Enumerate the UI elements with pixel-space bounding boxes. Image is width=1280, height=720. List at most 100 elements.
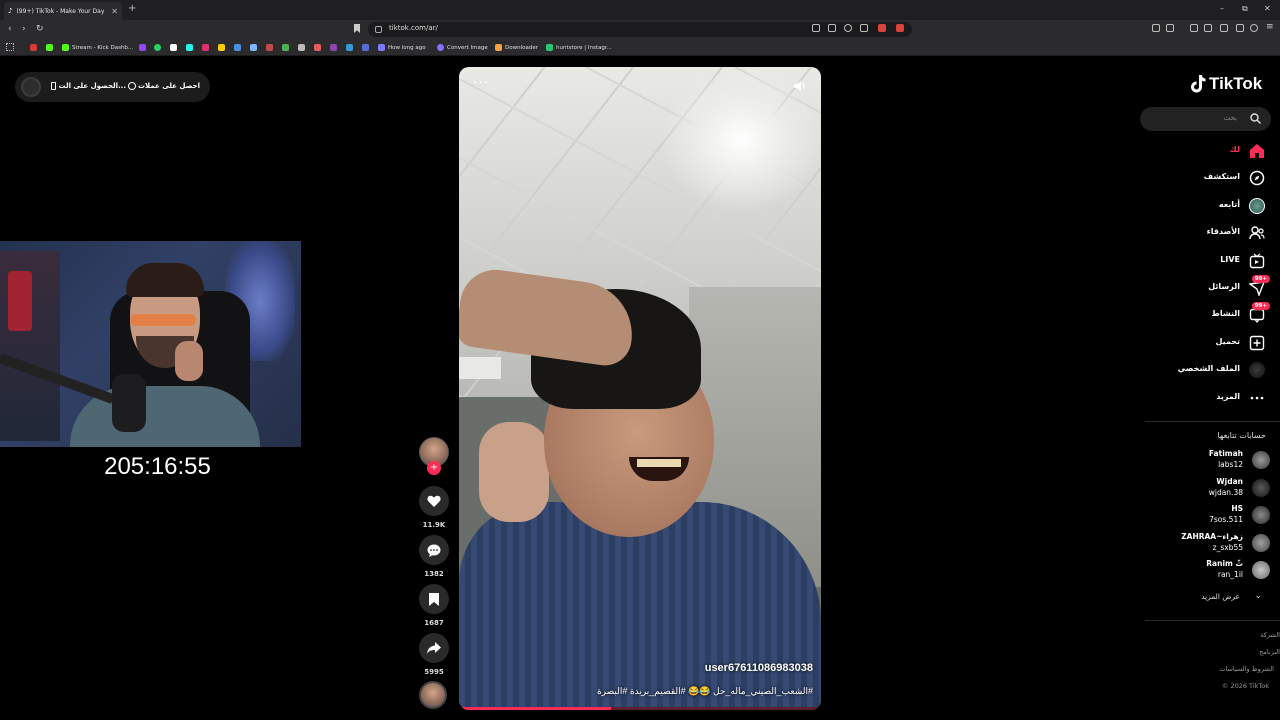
following-account[interactable]: ZAHRAA~زهراء z_sxb55	[1150, 531, 1272, 557]
bookmark-item[interactable]	[314, 42, 321, 53]
nav-activity[interactable]: النشاط 99+	[1150, 302, 1272, 326]
share-icon[interactable]	[860, 24, 868, 32]
video-username[interactable]: user67611086983038	[705, 662, 813, 674]
nav-label: تحميل	[1215, 337, 1240, 346]
sidebar-icon[interactable]	[1204, 24, 1212, 32]
footer-link-program[interactable]: البرنامج	[1259, 648, 1280, 656]
video-progress-bar[interactable]	[459, 707, 821, 710]
site-info-icon[interactable]	[375, 26, 382, 33]
brave-rewards-icon[interactable]	[896, 24, 904, 32]
bookmark-item[interactable]	[186, 42, 193, 53]
video-ac-unit	[459, 357, 501, 379]
more-options-icon[interactable]: ···	[473, 75, 489, 91]
nav-profile[interactable]: الملف الشخصي	[1150, 359, 1272, 381]
translate-icon[interactable]	[812, 24, 820, 32]
maximize-button[interactable]: ⧉	[1242, 4, 1248, 14]
following-account[interactable]: Ranim ثّ ran_1il	[1150, 558, 1272, 584]
save-count: 1687	[424, 619, 444, 627]
forward-button[interactable]: ›	[22, 24, 26, 34]
bookmark-item[interactable]	[234, 42, 241, 53]
nav-friends[interactable]: الأصدقاء	[1150, 222, 1272, 244]
bookmark-item[interactable]	[154, 42, 161, 53]
compass-icon	[1249, 170, 1265, 186]
bookmark-item[interactable]	[202, 42, 209, 53]
get-promo-link[interactable]: الحصول على الت...	[48, 82, 126, 90]
brave-shield-icon[interactable]	[878, 24, 886, 32]
nav-live[interactable]: LIVE	[1150, 250, 1272, 272]
bookmark-item[interactable]	[30, 42, 40, 53]
wallet-icon[interactable]	[1220, 24, 1228, 32]
bookmark-item[interactable]	[330, 42, 337, 53]
footer-link-company[interactable]: الشركة	[1260, 631, 1280, 639]
avatar[interactable]	[21, 77, 41, 97]
extension-icon[interactable]	[1152, 24, 1160, 32]
tiktok-logo[interactable]: TikTok	[1190, 74, 1262, 94]
cast-icon[interactable]	[828, 24, 836, 32]
menu-icon[interactable]: ≡	[1266, 22, 1274, 32]
search-input[interactable]: بحث	[1140, 107, 1271, 131]
bookmark-item[interactable]: huntstore | Instagr...	[546, 42, 612, 53]
leo-icon[interactable]	[1236, 24, 1244, 32]
nav-following[interactable]: أتابعه	[1150, 195, 1272, 217]
nav-more[interactable]: المزيد	[1150, 387, 1272, 409]
browser-tab[interactable]: ♪ (99+) TikTok - Make Your Day ✕	[4, 2, 122, 20]
following-account[interactable]: HS 7sos.511	[1150, 503, 1272, 529]
bookmark-item[interactable]	[46, 42, 56, 53]
back-button[interactable]: ‹	[8, 24, 12, 34]
new-tab-button[interactable]: +	[128, 3, 136, 14]
bookmark-star-icon[interactable]	[354, 24, 360, 33]
video-caption[interactable]: #الشعب_الصيني_ماله_حل 😂😂 #القصيم_بريدة #…	[597, 686, 813, 697]
following-account[interactable]: Fatimah labs12	[1150, 448, 1272, 474]
nav-for-you[interactable]: لك	[1150, 140, 1272, 162]
apps-grid-icon[interactable]	[6, 43, 14, 51]
nav-upload[interactable]: تحميل	[1150, 332, 1272, 354]
microphone	[112, 374, 146, 432]
bookmark-item[interactable]: Stream - Kick Dashb...	[62, 42, 133, 53]
screenshot-icon[interactable]	[1166, 24, 1174, 32]
media-icon[interactable]	[1190, 24, 1198, 32]
minimize-button[interactable]: –	[1220, 4, 1224, 13]
bookmark-item[interactable]: Convert Image	[437, 42, 488, 53]
bookmark-item[interactable]	[362, 42, 369, 53]
url-text: tiktok.com/ar/	[389, 24, 438, 32]
save-button[interactable]	[419, 584, 449, 614]
comment-icon	[427, 544, 441, 557]
vpn-icon[interactable]	[1250, 24, 1258, 32]
browser-tab-bar: ♪ (99+) TikTok - Make Your Day ✕ + – ⧉ ✕	[0, 0, 1280, 20]
bookmark-item[interactable]	[266, 42, 273, 53]
bookmark-item[interactable]	[139, 42, 146, 53]
sound-avatar[interactable]	[419, 681, 447, 709]
bookmark-item[interactable]	[170, 42, 177, 53]
bookmark-item[interactable]	[218, 42, 225, 53]
reload-button[interactable]: ↻	[36, 24, 44, 34]
footer-link-terms[interactable]: الشروط والسياسات	[1219, 665, 1274, 673]
nav-explore[interactable]: استكشف	[1150, 167, 1272, 189]
tiktok-favicon-icon: ♪	[8, 7, 13, 15]
bookmark-item[interactable]	[282, 42, 289, 53]
video-player[interactable]: ··· user67611086983038 #الشعب_الصيني_مال…	[459, 67, 821, 710]
follow-plus-icon[interactable]: +	[427, 461, 441, 475]
window-close-button[interactable]: ✕	[1264, 4, 1271, 13]
following-account[interactable]: Wjdan wjdan.38	[1150, 476, 1272, 502]
bookmark-item[interactable]	[298, 42, 305, 53]
like-button[interactable]	[419, 486, 449, 516]
comment-button[interactable]	[419, 535, 449, 565]
huntstore-icon	[546, 44, 553, 51]
bookmark-item[interactable]: Downloader	[495, 42, 538, 53]
volume-icon[interactable]	[793, 79, 807, 93]
share-button[interactable]	[419, 633, 449, 663]
search-icon[interactable]	[1250, 113, 1261, 124]
tab-close-icon[interactable]: ✕	[111, 7, 118, 16]
nav-label: المزيد	[1216, 392, 1240, 401]
account-handle: wjdan.38	[1208, 488, 1243, 497]
see-more-button[interactable]: عرض المزيد ⌄	[1160, 591, 1270, 605]
share-count: 5995	[424, 668, 444, 676]
zoom-icon[interactable]	[844, 24, 852, 32]
bookmark-item[interactable]	[250, 42, 257, 53]
nav-messages[interactable]: الرسائل 99+	[1150, 275, 1272, 299]
get-coins-link[interactable]: احصل على عملات	[125, 82, 200, 90]
bookmark-item[interactable]: How long ago	[378, 42, 426, 53]
bookmark-item[interactable]	[346, 42, 353, 53]
following-accounts-title: حسابات تتابعها	[1217, 431, 1266, 440]
share-arrow-icon	[427, 642, 441, 654]
